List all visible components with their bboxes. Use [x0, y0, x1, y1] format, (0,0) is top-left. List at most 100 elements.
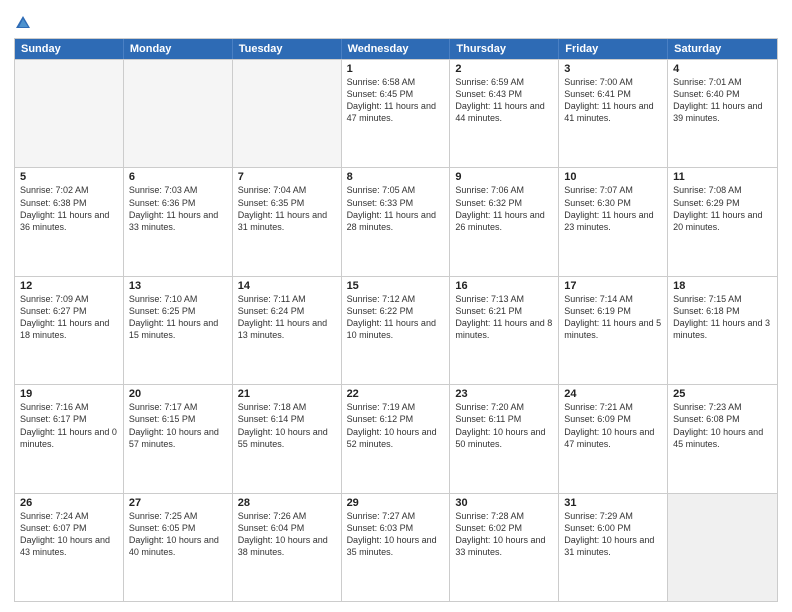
day-number: 15 [347, 280, 445, 292]
header-day-monday: Monday [124, 39, 233, 59]
day-number: 4 [673, 63, 772, 75]
cell-info: Sunrise: 7:15 AM Sunset: 6:18 PM Dayligh… [673, 293, 772, 342]
calendar-cell-10: 10Sunrise: 7:07 AM Sunset: 6:30 PM Dayli… [559, 168, 668, 275]
header [14, 10, 778, 32]
calendar-cell-25: 25Sunrise: 7:23 AM Sunset: 6:08 PM Dayli… [668, 385, 777, 492]
cell-info: Sunrise: 7:08 AM Sunset: 6:29 PM Dayligh… [673, 184, 772, 233]
calendar-cell-empty-0-2 [233, 60, 342, 167]
day-number: 16 [455, 280, 553, 292]
cell-info: Sunrise: 7:07 AM Sunset: 6:30 PM Dayligh… [564, 184, 662, 233]
header-day-saturday: Saturday [668, 39, 777, 59]
cell-info: Sunrise: 7:27 AM Sunset: 6:03 PM Dayligh… [347, 510, 445, 559]
cell-info: Sunrise: 7:00 AM Sunset: 6:41 PM Dayligh… [564, 76, 662, 125]
calendar-cell-5: 5Sunrise: 7:02 AM Sunset: 6:38 PM Daylig… [15, 168, 124, 275]
cell-info: Sunrise: 7:13 AM Sunset: 6:21 PM Dayligh… [455, 293, 553, 342]
cell-info: Sunrise: 7:18 AM Sunset: 6:14 PM Dayligh… [238, 401, 336, 450]
calendar-cell-29: 29Sunrise: 7:27 AM Sunset: 6:03 PM Dayli… [342, 494, 451, 601]
day-number: 31 [564, 497, 662, 509]
calendar-cell-empty-4-6 [668, 494, 777, 601]
cell-info: Sunrise: 7:29 AM Sunset: 6:00 PM Dayligh… [564, 510, 662, 559]
day-number: 8 [347, 171, 445, 183]
calendar-cell-empty-0-0 [15, 60, 124, 167]
calendar-cell-12: 12Sunrise: 7:09 AM Sunset: 6:27 PM Dayli… [15, 277, 124, 384]
cell-info: Sunrise: 7:16 AM Sunset: 6:17 PM Dayligh… [20, 401, 118, 450]
header-day-sunday: Sunday [15, 39, 124, 59]
header-day-wednesday: Wednesday [342, 39, 451, 59]
calendar-cell-8: 8Sunrise: 7:05 AM Sunset: 6:33 PM Daylig… [342, 168, 451, 275]
calendar-row-3: 19Sunrise: 7:16 AM Sunset: 6:17 PM Dayli… [15, 384, 777, 492]
day-number: 5 [20, 171, 118, 183]
day-number: 19 [20, 388, 118, 400]
day-number: 30 [455, 497, 553, 509]
cell-info: Sunrise: 7:21 AM Sunset: 6:09 PM Dayligh… [564, 401, 662, 450]
calendar-cell-18: 18Sunrise: 7:15 AM Sunset: 6:18 PM Dayli… [668, 277, 777, 384]
calendar-cell-19: 19Sunrise: 7:16 AM Sunset: 6:17 PM Dayli… [15, 385, 124, 492]
day-number: 21 [238, 388, 336, 400]
day-number: 1 [347, 63, 445, 75]
cell-info: Sunrise: 7:11 AM Sunset: 6:24 PM Dayligh… [238, 293, 336, 342]
cell-info: Sunrise: 7:10 AM Sunset: 6:25 PM Dayligh… [129, 293, 227, 342]
day-number: 10 [564, 171, 662, 183]
calendar-cell-15: 15Sunrise: 7:12 AM Sunset: 6:22 PM Dayli… [342, 277, 451, 384]
cell-info: Sunrise: 7:25 AM Sunset: 6:05 PM Dayligh… [129, 510, 227, 559]
calendar-cell-empty-0-1 [124, 60, 233, 167]
day-number: 18 [673, 280, 772, 292]
cell-info: Sunrise: 6:58 AM Sunset: 6:45 PM Dayligh… [347, 76, 445, 125]
calendar-body: 1Sunrise: 6:58 AM Sunset: 6:45 PM Daylig… [15, 59, 777, 601]
day-number: 13 [129, 280, 227, 292]
calendar-cell-7: 7Sunrise: 7:04 AM Sunset: 6:35 PM Daylig… [233, 168, 342, 275]
cell-info: Sunrise: 7:12 AM Sunset: 6:22 PM Dayligh… [347, 293, 445, 342]
day-number: 27 [129, 497, 227, 509]
cell-info: Sunrise: 7:06 AM Sunset: 6:32 PM Dayligh… [455, 184, 553, 233]
calendar-cell-26: 26Sunrise: 7:24 AM Sunset: 6:07 PM Dayli… [15, 494, 124, 601]
cell-info: Sunrise: 7:19 AM Sunset: 6:12 PM Dayligh… [347, 401, 445, 450]
calendar-row-4: 26Sunrise: 7:24 AM Sunset: 6:07 PM Dayli… [15, 493, 777, 601]
header-day-tuesday: Tuesday [233, 39, 342, 59]
cell-info: Sunrise: 7:04 AM Sunset: 6:35 PM Dayligh… [238, 184, 336, 233]
day-number: 26 [20, 497, 118, 509]
day-number: 9 [455, 171, 553, 183]
calendar-row-2: 12Sunrise: 7:09 AM Sunset: 6:27 PM Dayli… [15, 276, 777, 384]
cell-info: Sunrise: 7:02 AM Sunset: 6:38 PM Dayligh… [20, 184, 118, 233]
calendar-cell-6: 6Sunrise: 7:03 AM Sunset: 6:36 PM Daylig… [124, 168, 233, 275]
cell-info: Sunrise: 7:05 AM Sunset: 6:33 PM Dayligh… [347, 184, 445, 233]
calendar-cell-31: 31Sunrise: 7:29 AM Sunset: 6:00 PM Dayli… [559, 494, 668, 601]
calendar-cell-24: 24Sunrise: 7:21 AM Sunset: 6:09 PM Dayli… [559, 385, 668, 492]
day-number: 3 [564, 63, 662, 75]
header-day-thursday: Thursday [450, 39, 559, 59]
day-number: 29 [347, 497, 445, 509]
day-number: 12 [20, 280, 118, 292]
cell-info: Sunrise: 7:09 AM Sunset: 6:27 PM Dayligh… [20, 293, 118, 342]
day-number: 25 [673, 388, 772, 400]
cell-info: Sunrise: 7:03 AM Sunset: 6:36 PM Dayligh… [129, 184, 227, 233]
cell-info: Sunrise: 6:59 AM Sunset: 6:43 PM Dayligh… [455, 76, 553, 125]
page: SundayMondayTuesdayWednesdayThursdayFrid… [0, 0, 792, 612]
calendar-cell-3: 3Sunrise: 7:00 AM Sunset: 6:41 PM Daylig… [559, 60, 668, 167]
cell-info: Sunrise: 7:28 AM Sunset: 6:02 PM Dayligh… [455, 510, 553, 559]
cell-info: Sunrise: 7:23 AM Sunset: 6:08 PM Dayligh… [673, 401, 772, 450]
day-number: 2 [455, 63, 553, 75]
calendar-row-1: 5Sunrise: 7:02 AM Sunset: 6:38 PM Daylig… [15, 167, 777, 275]
calendar-cell-28: 28Sunrise: 7:26 AM Sunset: 6:04 PM Dayli… [233, 494, 342, 601]
calendar-cell-21: 21Sunrise: 7:18 AM Sunset: 6:14 PM Dayli… [233, 385, 342, 492]
calendar-cell-16: 16Sunrise: 7:13 AM Sunset: 6:21 PM Dayli… [450, 277, 559, 384]
logo-icon [14, 14, 32, 32]
calendar-header: SundayMondayTuesdayWednesdayThursdayFrid… [15, 39, 777, 59]
logo [14, 14, 34, 32]
day-number: 28 [238, 497, 336, 509]
calendar-cell-13: 13Sunrise: 7:10 AM Sunset: 6:25 PM Dayli… [124, 277, 233, 384]
cell-info: Sunrise: 7:24 AM Sunset: 6:07 PM Dayligh… [20, 510, 118, 559]
calendar-cell-9: 9Sunrise: 7:06 AM Sunset: 6:32 PM Daylig… [450, 168, 559, 275]
calendar-cell-22: 22Sunrise: 7:19 AM Sunset: 6:12 PM Dayli… [342, 385, 451, 492]
cell-info: Sunrise: 7:14 AM Sunset: 6:19 PM Dayligh… [564, 293, 662, 342]
calendar-cell-2: 2Sunrise: 6:59 AM Sunset: 6:43 PM Daylig… [450, 60, 559, 167]
calendar-cell-4: 4Sunrise: 7:01 AM Sunset: 6:40 PM Daylig… [668, 60, 777, 167]
calendar-cell-11: 11Sunrise: 7:08 AM Sunset: 6:29 PM Dayli… [668, 168, 777, 275]
header-day-friday: Friday [559, 39, 668, 59]
day-number: 7 [238, 171, 336, 183]
day-number: 6 [129, 171, 227, 183]
cell-info: Sunrise: 7:17 AM Sunset: 6:15 PM Dayligh… [129, 401, 227, 450]
calendar-cell-17: 17Sunrise: 7:14 AM Sunset: 6:19 PM Dayli… [559, 277, 668, 384]
cell-info: Sunrise: 7:20 AM Sunset: 6:11 PM Dayligh… [455, 401, 553, 450]
day-number: 11 [673, 171, 772, 183]
